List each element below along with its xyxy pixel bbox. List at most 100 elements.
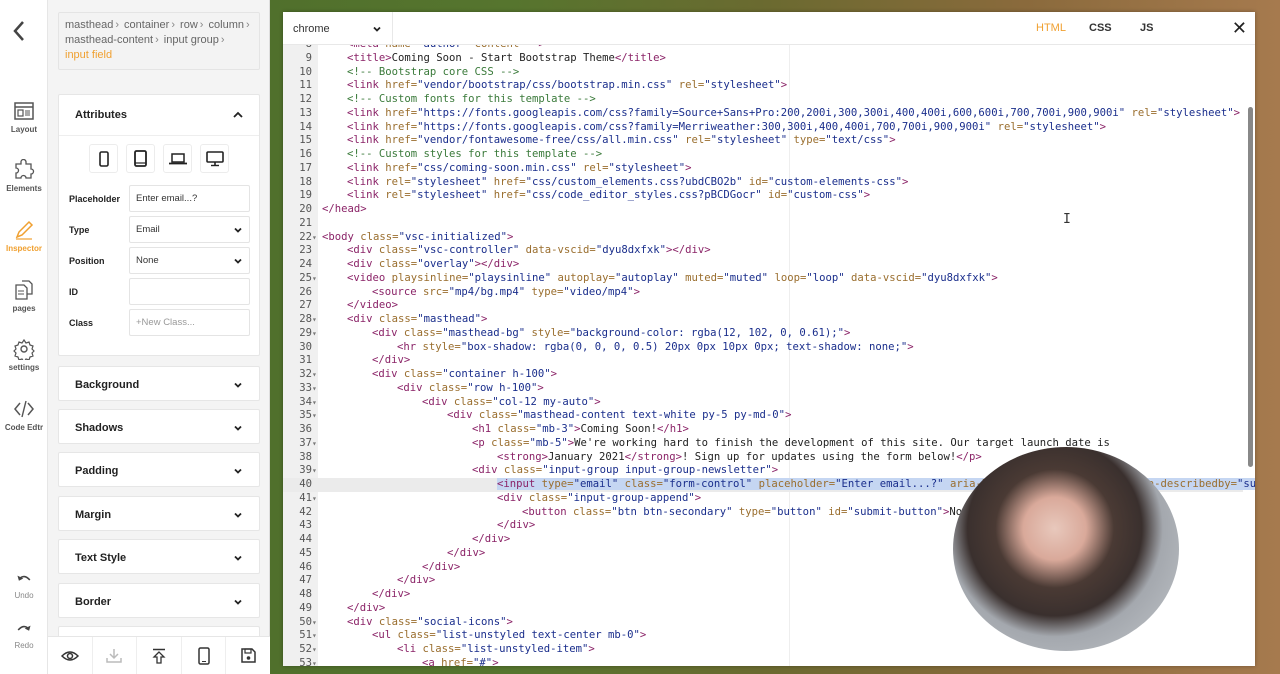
- device-mobile-button[interactable]: [89, 144, 118, 173]
- fold-toggle[interactable]: ▾: [312, 313, 318, 327]
- code-line[interactable]: 23 <div class="vsc-controller" data-vscid…: [283, 244, 1243, 258]
- code-line[interactable]: 22 ▾ <body class="vsc-initialized">: [283, 231, 1243, 245]
- rail-item-elements[interactable]: Elements: [0, 159, 48, 193]
- fold-toggle[interactable]: ▾: [312, 437, 318, 451]
- publish-button[interactable]: [137, 637, 182, 674]
- preview-button[interactable]: [48, 637, 93, 674]
- code-line[interactable]: 33 ▾ <div class="row h-100">: [283, 382, 1243, 396]
- id-input[interactable]: [129, 278, 250, 305]
- fold-toggle[interactable]: ▾: [312, 464, 318, 478]
- undo-button[interactable]: Undo: [0, 572, 48, 600]
- close-icon[interactable]: ✕: [1232, 19, 1247, 37]
- fold-toggle[interactable]: ▾: [312, 616, 318, 630]
- rail-item-layout[interactable]: Layout: [0, 100, 48, 134]
- rail-item-settings[interactable]: settings: [0, 338, 48, 372]
- fold-toggle[interactable]: ▾: [312, 657, 318, 666]
- section-border[interactable]: Border: [58, 583, 260, 618]
- section-shadows[interactable]: Shadows: [58, 409, 260, 444]
- code-line[interactable]: 12 <!-- Custom fonts for this template --…: [283, 93, 1243, 107]
- fold-toggle[interactable]: ▾: [312, 382, 318, 396]
- code-line[interactable]: 15 <link href="vendor/fontawesome-free/cs…: [283, 134, 1243, 148]
- breadcrumb-item[interactable]: column: [209, 19, 244, 31]
- fold-toggle[interactable]: ▾: [312, 368, 318, 382]
- redo-button[interactable]: Redo: [0, 622, 48, 650]
- tab-css[interactable]: CSS: [1089, 22, 1112, 34]
- editor-toolbar: chrome HTML CSS JS ✕: [283, 12, 1255, 45]
- rail-item-label: settings: [8, 363, 40, 372]
- class-input[interactable]: +New Class...: [129, 309, 250, 336]
- rail-item-inspector[interactable]: Inspector: [0, 219, 48, 253]
- placeholder-input[interactable]: Enter email...?: [129, 185, 250, 212]
- code-line[interactable]: 17 <link href="css/coming-soon.min.css" r…: [283, 162, 1243, 176]
- code-line[interactable]: 37 ▾ <p class="mb-5">We're working hard to…: [283, 437, 1243, 451]
- code-line[interactable]: 30 <hr style="box-shadow: rgba(0, 0, 0, 0…: [283, 341, 1243, 355]
- code-line[interactable]: 8 <meta name="author" content="">: [283, 45, 1243, 52]
- breadcrumb-item[interactable]: masthead: [65, 19, 113, 31]
- code-line[interactable]: 35 ▾ <div class="masthead-content text-whi…: [283, 409, 1243, 423]
- fold-toggle[interactable]: ▾: [312, 492, 318, 506]
- fold-toggle[interactable]: ▾: [312, 272, 318, 286]
- breadcrumb-item[interactable]: masthead-content: [65, 34, 153, 46]
- tablet-icon: [134, 150, 147, 167]
- line-number: 20: [299, 203, 312, 215]
- download-button[interactable]: [93, 637, 138, 674]
- section-background[interactable]: Background: [58, 366, 260, 401]
- browser-select[interactable]: chrome: [283, 12, 393, 45]
- type-select[interactable]: Email: [129, 216, 250, 243]
- line-number: 37: [299, 436, 312, 449]
- code-line[interactable]: 34 ▾ <div class="col-12 my-auto">: [283, 396, 1243, 410]
- code-line[interactable]: 19 <link rel="stylesheet" href="css/code_…: [283, 189, 1243, 203]
- editor-scrollbar[interactable]: [1248, 107, 1253, 467]
- code-line[interactable]: 26 <source src="mp4/bg.mp4" type="video/m…: [283, 286, 1243, 300]
- code-line[interactable]: 24 <div class="overlay"></div>: [283, 258, 1243, 272]
- mobile-preview-button[interactable]: [182, 637, 227, 674]
- section-text-style[interactable]: Text Style: [58, 539, 260, 574]
- breadcrumb-item[interactable]: row: [180, 19, 198, 31]
- fold-toggle[interactable]: ▾: [312, 629, 318, 643]
- fold-toggle[interactable]: ▾: [312, 327, 318, 341]
- attributes-header[interactable]: Attributes: [59, 95, 259, 135]
- chevron-down-icon: [234, 555, 242, 561]
- code-line[interactable]: 20 </head>: [283, 203, 1243, 217]
- code-line[interactable]: 36 <h1 class="mb-3">Coming Soon!</h1>: [283, 423, 1243, 437]
- device-desktop-button[interactable]: [200, 144, 229, 173]
- section-padding[interactable]: Padding: [58, 452, 260, 487]
- code-text: </div>: [422, 560, 461, 573]
- fold-toggle[interactable]: ▾: [312, 409, 318, 423]
- code-line[interactable]: 31 </div>: [283, 354, 1243, 368]
- code-line[interactable]: 29 ▾ <div class="masthead-bg" style="backg…: [283, 327, 1243, 341]
- line-number: 12: [299, 93, 312, 105]
- inspector-panel: masthead › container › row › column › masthe…: [48, 0, 270, 674]
- section-margin[interactable]: Margin: [58, 496, 260, 531]
- code-line[interactable]: 18 <link rel="stylesheet" href="css/custo…: [283, 176, 1243, 190]
- code-line[interactable]: 16 <!-- Custom styles for this template -…: [283, 148, 1243, 162]
- back-button[interactable]: [12, 20, 26, 46]
- device-tablet-button[interactable]: [126, 144, 155, 173]
- code-line[interactable]: 11 <link href="vendor/bootstrap/css/boots…: [283, 79, 1243, 93]
- tab-html[interactable]: HTML: [1036, 22, 1066, 34]
- breadcrumb-item[interactable]: input group: [164, 34, 219, 46]
- tab-js[interactable]: JS: [1140, 22, 1153, 34]
- code-line[interactable]: 9 <title>Coming Soon - Start Bootstrap Th…: [283, 52, 1243, 66]
- fold-toggle[interactable]: ▾: [312, 396, 318, 410]
- code-line[interactable]: 21: [283, 217, 1243, 231]
- line-number: 15: [299, 134, 312, 147]
- line-number: 46: [299, 560, 312, 573]
- code-line[interactable]: 10 <!-- Bootstrap core CSS -->: [283, 66, 1243, 80]
- redo-icon: [17, 625, 31, 631]
- code-line[interactable]: 53 ▾ <a href="#">: [283, 657, 1243, 666]
- rail-item-code-editor[interactable]: Code Edtr: [0, 398, 48, 432]
- device-laptop-button[interactable]: [163, 144, 192, 173]
- code-line[interactable]: 25 ▾ <video playsinline="playsinline" auto…: [283, 272, 1243, 286]
- code-line[interactable]: 27 </video>: [283, 299, 1243, 313]
- rail-item-pages[interactable]: pages: [0, 279, 48, 313]
- code-line[interactable]: 13 <link href="https://fonts.googleapis.c…: [283, 107, 1243, 121]
- fold-toggle[interactable]: ▾: [312, 643, 318, 657]
- breadcrumb-item[interactable]: container: [124, 19, 169, 31]
- position-select[interactable]: None: [129, 247, 250, 274]
- code-line[interactable]: 28 ▾ <div class="masthead">: [283, 313, 1243, 327]
- save-button[interactable]: [226, 637, 270, 674]
- code-line[interactable]: 32 ▾ <div class="container h-100">: [283, 368, 1243, 382]
- fold-toggle[interactable]: ▾: [312, 231, 318, 245]
- code-line[interactable]: 14 <link href="https://fonts.googleapis.c…: [283, 121, 1243, 135]
